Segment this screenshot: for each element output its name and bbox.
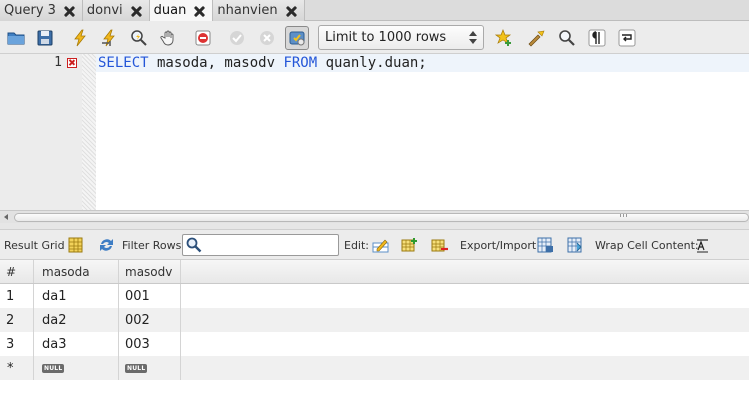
export-icon[interactable]: [537, 237, 554, 253]
invisible-chars-icon[interactable]: [585, 26, 609, 50]
new-row-marker: *: [0, 356, 34, 380]
column-header-masoda[interactable]: masoda: [34, 260, 119, 283]
panel-splitter[interactable]: [0, 223, 749, 230]
new-row-star: *: [7, 360, 14, 376]
find-icon[interactable]: [555, 26, 579, 50]
tab-query-3[interactable]: Query 3: [0, 0, 83, 21]
export-import-label: Export/Import:: [460, 239, 540, 252]
sql-keyword: FROM: [283, 55, 318, 71]
sql-keyword: SELECT: [98, 55, 149, 71]
line-number-gutter: [0, 54, 82, 210]
cell-masodv[interactable]: 001: [119, 284, 181, 308]
tab-donvi[interactable]: donvi: [82, 0, 150, 21]
filter-rows-field[interactable]: [182, 234, 339, 256]
execute-icon[interactable]: [68, 26, 92, 50]
horizontal-scrollbar[interactable]: [0, 210, 749, 223]
add-row-icon[interactable]: [401, 237, 418, 253]
syntax-error-icon: [67, 58, 77, 68]
grid-header-row: # masoda masodv: [0, 260, 749, 284]
cell-masodv-new[interactable]: NULL: [119, 356, 181, 380]
autocommit-icon[interactable]: [285, 26, 309, 50]
stop-icon[interactable]: [157, 26, 181, 50]
tab-duan[interactable]: duan: [149, 0, 214, 21]
column-header-masodv[interactable]: masodv: [119, 260, 181, 283]
sql-text: quanly.duan;: [317, 55, 427, 71]
beautify-icon[interactable]: [524, 26, 548, 50]
refresh-icon[interactable]: [98, 237, 115, 253]
row-number: 2: [0, 308, 34, 332]
query-tab-bar: Query 3 donvi duan nhanvien: [0, 0, 749, 21]
close-icon[interactable]: [192, 4, 206, 18]
limit-rows-value: Limit to 1000 rows: [325, 30, 447, 45]
toggle-error-icon[interactable]: [191, 26, 215, 50]
result-grid-label: Result Grid: [4, 239, 65, 252]
open-folder-icon[interactable]: [4, 26, 28, 50]
fold-margin: [82, 54, 96, 210]
scrollbar-thumb[interactable]: [14, 213, 749, 222]
close-icon[interactable]: [284, 4, 298, 18]
filter-rows-input[interactable]: [205, 237, 335, 253]
result-toolbar: Result Grid Filter Rows: Edit: Export/Im…: [0, 230, 749, 260]
bookmark-icon[interactable]: [492, 26, 516, 50]
cell-masoda[interactable]: da1: [34, 284, 119, 308]
search-icon: [186, 237, 202, 253]
tab-label: duan: [153, 3, 187, 18]
column-header-index[interactable]: #: [0, 260, 34, 283]
cell-masoda[interactable]: da3: [34, 332, 119, 356]
scrollbar-grip: [620, 214, 628, 217]
sql-editor-toolbar: Limit to 1000 rows: [0, 21, 749, 54]
close-icon[interactable]: [129, 4, 143, 18]
close-icon[interactable]: [62, 4, 76, 18]
result-grid: # masoda masodv 1 da1 001 2 da2 002 3 da…: [0, 260, 749, 400]
line-number: 1: [54, 55, 62, 70]
row-number: 1: [0, 284, 34, 308]
cell-masodv[interactable]: 003: [119, 332, 181, 356]
null-badge: NULL: [125, 363, 148, 373]
sql-text: masoda, masodv: [148, 55, 284, 71]
cell-masodv[interactable]: 002: [119, 308, 181, 332]
commit-icon: [225, 26, 249, 50]
scroll-left-arrow-icon[interactable]: [4, 214, 8, 220]
save-icon[interactable]: [33, 26, 57, 50]
import-icon[interactable]: [567, 237, 584, 253]
edit-row-icon[interactable]: [372, 237, 389, 253]
explain-icon[interactable]: [127, 26, 151, 50]
sql-code-line[interactable]: SELECT masoda, masodv FROM quanly.duan;: [96, 54, 749, 72]
table-row[interactable]: 1 da1 001: [0, 284, 749, 308]
wrap-cell-content-label: Wrap Cell Content:: [595, 239, 699, 252]
rollback-icon: [255, 26, 279, 50]
table-row[interactable]: 3 da3 003: [0, 332, 749, 356]
delete-row-icon[interactable]: [431, 237, 448, 253]
sql-editor[interactable]: 1 SELECT masoda, masodv FROM quanly.duan…: [0, 54, 749, 210]
tab-label: nhanvien: [217, 3, 278, 18]
row-number: 3: [0, 332, 34, 356]
wrap-cell-icon[interactable]: [694, 237, 711, 253]
tab-label: donvi: [86, 3, 123, 18]
execute-current-icon[interactable]: [97, 26, 121, 50]
updown-arrows-icon: [469, 30, 477, 45]
cell-masoda[interactable]: da2: [34, 308, 119, 332]
tab-label: Query 3: [4, 3, 56, 18]
cell-masoda-new[interactable]: NULL: [34, 356, 119, 380]
tab-nhanvien[interactable]: nhanvien: [213, 0, 305, 21]
wrap-icon[interactable]: [615, 26, 639, 50]
limit-rows-select[interactable]: Limit to 1000 rows: [318, 25, 484, 50]
edit-label: Edit:: [344, 239, 370, 252]
filter-rows-label: Filter Rows:: [122, 239, 186, 252]
table-row[interactable]: 2 da2 002: [0, 308, 749, 332]
null-badge: NULL: [42, 363, 65, 373]
new-row[interactable]: * NULL NULL: [0, 356, 749, 380]
result-grid-icon[interactable]: [67, 237, 84, 253]
